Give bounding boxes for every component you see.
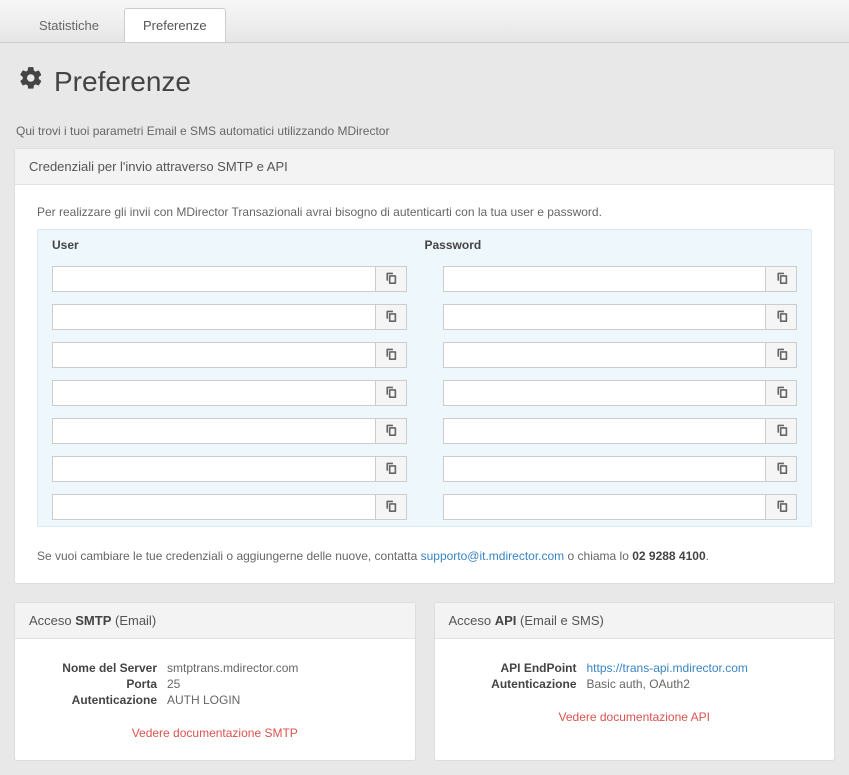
copy-user-button[interactable] (375, 266, 407, 292)
credential-row (38, 488, 811, 526)
col-user-header: User (52, 238, 425, 252)
copy-icon (775, 309, 788, 325)
copy-icon (775, 347, 788, 363)
copy-icon (775, 271, 788, 287)
copy-password-button[interactable] (765, 494, 797, 520)
smtp-auth-value: AUTH LOGIN (167, 693, 240, 707)
credential-row (38, 298, 811, 336)
support-email-link[interactable]: supporto@it.mdirector.com (421, 549, 565, 563)
user-input[interactable] (52, 456, 375, 482)
tab-preferenze[interactable]: Preferenze (124, 8, 226, 42)
credential-row (38, 260, 811, 298)
tabbar: Statistiche Preferenze (0, 0, 849, 43)
page-title-text: Preferenze (54, 66, 191, 98)
user-input[interactable] (52, 418, 375, 444)
password-input[interactable] (443, 494, 766, 520)
api-auth-label: Autenticazione (457, 677, 587, 691)
user-input[interactable] (52, 342, 375, 368)
tab-statistiche[interactable]: Statistiche (20, 8, 118, 42)
copy-user-button[interactable] (375, 456, 407, 482)
copy-user-button[interactable] (375, 418, 407, 444)
user-input[interactable] (52, 266, 375, 292)
smtp-doc-link[interactable]: Vedere documentazione SMTP (132, 726, 298, 740)
api-endpoint-label: API EndPoint (457, 661, 587, 675)
api-endpoint-link[interactable]: https://trans-api.mdirector.com (587, 661, 748, 675)
password-input[interactable] (443, 456, 766, 482)
copy-icon (775, 385, 788, 401)
copy-icon (384, 499, 397, 515)
copy-icon (384, 385, 397, 401)
credential-row (38, 450, 811, 488)
credentials-panel: Credenziali per l'invio attraverso SMTP … (14, 148, 835, 584)
copy-icon (384, 347, 397, 363)
copy-password-button[interactable] (765, 266, 797, 292)
copy-password-button[interactable] (765, 304, 797, 330)
smtp-port-value: 25 (167, 677, 180, 691)
user-input[interactable] (52, 494, 375, 520)
copy-icon (775, 461, 788, 477)
copy-user-button[interactable] (375, 342, 407, 368)
smtp-panel: Acceso SMTP (Email) Nome del Server smtp… (14, 602, 416, 761)
gear-icon (18, 65, 44, 98)
credential-row (38, 374, 811, 412)
copy-user-button[interactable] (375, 380, 407, 406)
copy-password-button[interactable] (765, 418, 797, 444)
copy-icon (775, 499, 788, 515)
smtp-auth-label: Autenticazione (37, 693, 167, 707)
col-password-header: Password (425, 238, 798, 252)
api-panel-header: Acceso API (Email e SMS) (435, 603, 835, 639)
smtp-port-label: Porta (37, 677, 167, 691)
page-title: Preferenze (18, 65, 835, 98)
password-input[interactable] (443, 266, 766, 292)
copy-icon (384, 461, 397, 477)
smtp-server-label: Nome del Server (37, 661, 167, 675)
copy-password-button[interactable] (765, 456, 797, 482)
api-auth-value: Basic auth, OAuth2 (587, 677, 690, 691)
credential-row (38, 412, 811, 450)
password-input[interactable] (443, 304, 766, 330)
api-panel: Acceso API (Email e SMS) API EndPoint ht… (434, 602, 836, 761)
credentials-panel-header: Credenziali per l'invio attraverso SMTP … (15, 149, 834, 185)
copy-user-button[interactable] (375, 494, 407, 520)
api-doc-link[interactable]: Vedere documentazione API (559, 710, 710, 724)
copy-icon (384, 423, 397, 439)
copy-icon (384, 309, 397, 325)
copy-password-button[interactable] (765, 380, 797, 406)
credentials-hint: Per realizzare gli invii con MDirector T… (37, 205, 812, 219)
copy-icon (384, 271, 397, 287)
copy-user-button[interactable] (375, 304, 407, 330)
password-input[interactable] (443, 342, 766, 368)
intro-text: Qui trovi i tuoi parametri Email e SMS a… (14, 116, 835, 148)
user-input[interactable] (52, 304, 375, 330)
support-phone: 02 9288 4100 (632, 549, 705, 563)
copy-icon (775, 423, 788, 439)
smtp-panel-header: Acceso SMTP (Email) (15, 603, 415, 639)
password-input[interactable] (443, 418, 766, 444)
smtp-server-value: smtptrans.mdirector.com (167, 661, 298, 675)
user-input[interactable] (52, 380, 375, 406)
credentials-footnote: Se vuoi cambiare le tue credenziali o ag… (37, 549, 812, 563)
password-input[interactable] (443, 380, 766, 406)
copy-password-button[interactable] (765, 342, 797, 368)
credentials-table: User Password (37, 229, 812, 527)
credential-row (38, 336, 811, 374)
